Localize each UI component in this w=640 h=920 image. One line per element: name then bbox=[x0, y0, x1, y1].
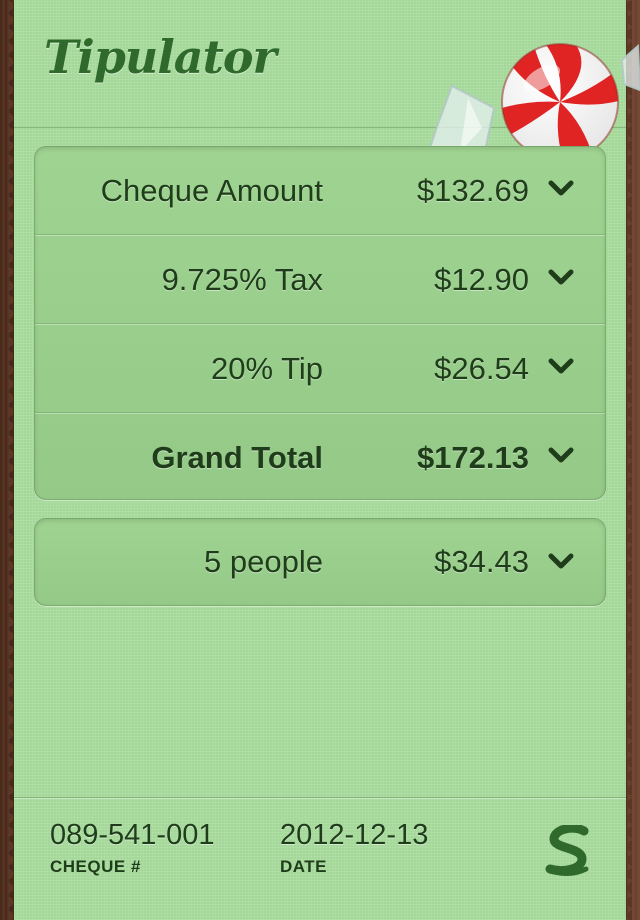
cheque-number: 089-541-001 bbox=[50, 819, 215, 851]
tax-value: $12.90 bbox=[434, 262, 529, 297]
footer: 089-541-001 CHEQUE # 2012-12-13 DATE bbox=[14, 797, 626, 920]
tip-row[interactable]: 20% Tip $26.54 bbox=[35, 324, 605, 413]
chevron-down-icon[interactable] bbox=[547, 268, 575, 288]
split-row[interactable]: 5 people $34.43 bbox=[35, 519, 605, 605]
tip-value: $26.54 bbox=[434, 351, 529, 386]
perforated-edge-left bbox=[8, 0, 18, 920]
cheque-amount-value: $132.69 bbox=[416, 173, 529, 208]
people-count-label: 5 people bbox=[204, 544, 323, 579]
footer-divider bbox=[14, 797, 626, 798]
split-panel: 5 people $34.43 bbox=[34, 518, 606, 606]
tax-label: 9.725% Tax bbox=[161, 262, 323, 297]
app-title: Tipulator bbox=[44, 30, 277, 84]
per-person-value: $34.43 bbox=[434, 544, 529, 579]
bill-panel: Cheque Amount $132.69 9.725% Tax $12.90 … bbox=[34, 146, 606, 500]
cheque-date: 2012-12-13 bbox=[280, 819, 429, 851]
tip-label: 20% Tip bbox=[210, 351, 323, 386]
cheque-number-caption: CHEQUE # bbox=[50, 857, 141, 876]
cheque-amount-label: Cheque Amount bbox=[100, 173, 323, 208]
grand-total-row[interactable]: Grand Total $172.13 bbox=[35, 413, 605, 499]
cheque-amount-row[interactable]: Cheque Amount $132.69 bbox=[35, 147, 605, 235]
chevron-down-icon[interactable] bbox=[547, 357, 575, 377]
cheque-date-caption: DATE bbox=[280, 857, 328, 876]
s-logo-icon[interactable] bbox=[544, 825, 592, 877]
chevron-down-icon[interactable] bbox=[547, 179, 575, 199]
tax-row[interactable]: 9.725% Tax $12.90 bbox=[35, 235, 605, 324]
chevron-down-icon[interactable] bbox=[547, 446, 575, 466]
grand-total-value: $172.13 bbox=[416, 440, 529, 475]
grand-total-label: Grand Total bbox=[151, 440, 323, 475]
chevron-down-icon[interactable] bbox=[547, 552, 575, 572]
